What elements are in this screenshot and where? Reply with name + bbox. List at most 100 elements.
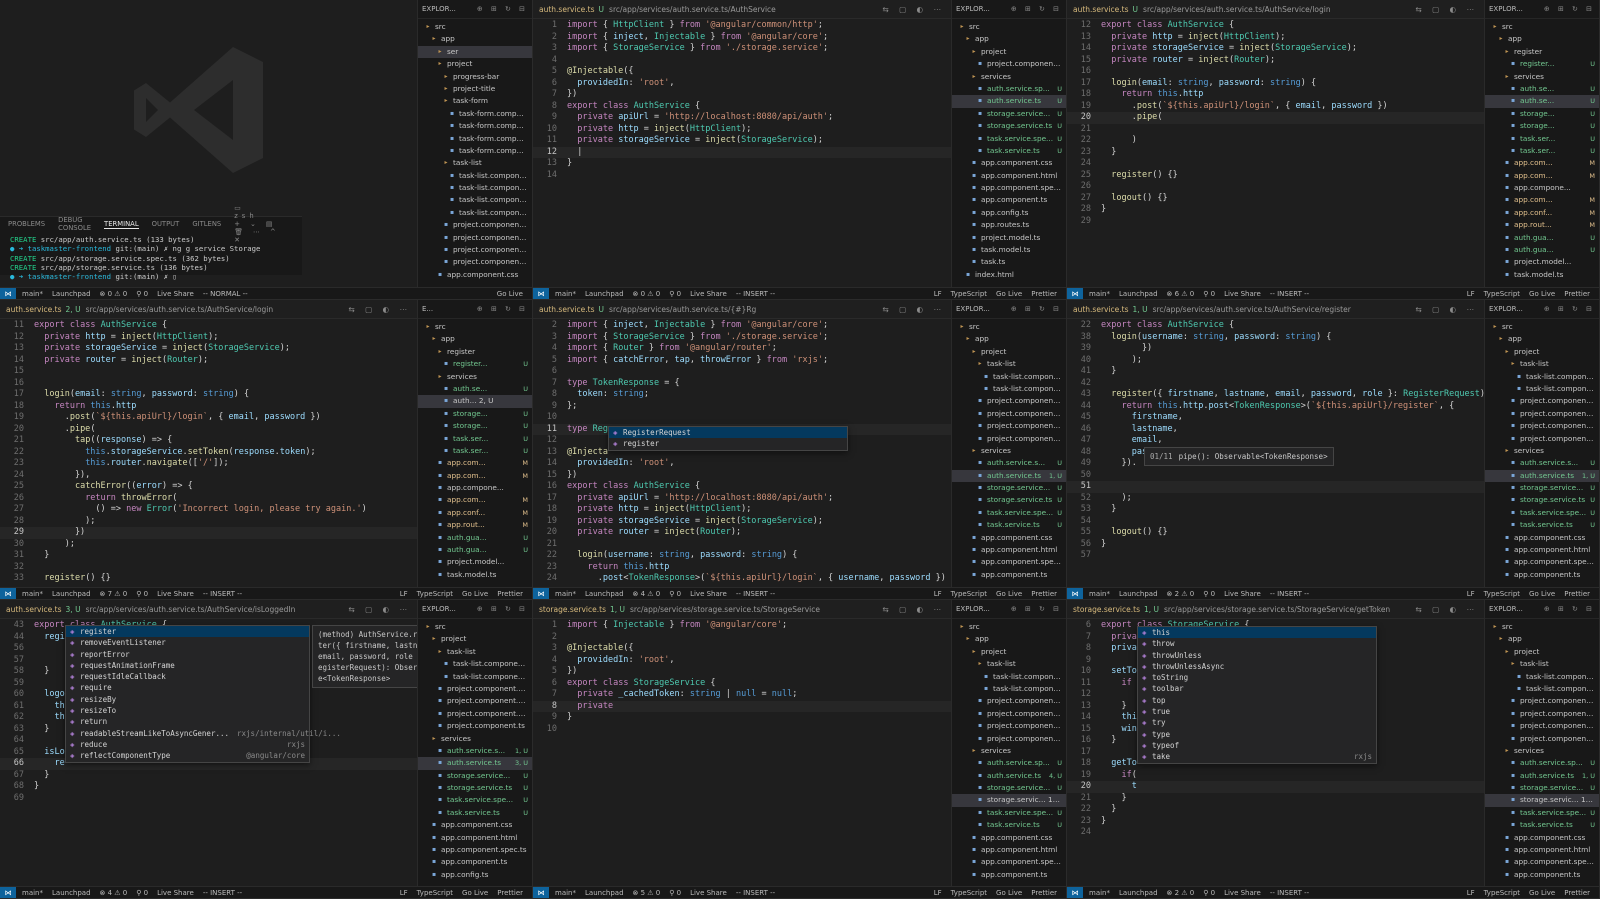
explorer-file[interactable]: ▪ app.component.html <box>952 170 1066 182</box>
explorer-file[interactable]: ▪ project.component.ts <box>952 733 1066 745</box>
status-item[interactable]: ⚲ 0 <box>136 290 148 298</box>
explorer-folder[interactable]: ▸ project <box>418 633 532 645</box>
status-item[interactable]: ⚲ 0 <box>1203 590 1215 598</box>
explorer-file[interactable]: ▪ task.ser... U <box>1485 145 1599 157</box>
explorer-folder[interactable]: ▸ project <box>952 646 1066 658</box>
explorer-file[interactable]: ▪ project.component.s... <box>952 420 1066 432</box>
status-item-right[interactable]: LF <box>934 590 942 598</box>
explorer-file[interactable]: ▪ auth.service.ts 1, U <box>1485 469 1599 483</box>
status-item[interactable]: main* <box>555 590 576 598</box>
status-item-right[interactable]: TypeScript <box>951 889 987 897</box>
explorer-folder[interactable]: ▸ task-list <box>1485 358 1599 370</box>
code-lines[interactable]: 1 import { HttpClient } from '@angular/co… <box>533 20 951 287</box>
explorer-file[interactable]: ▪ storage... U <box>1485 108 1599 120</box>
status-item[interactable]: ⊗ 0 ⚠ 0 <box>100 290 128 298</box>
explorer-file[interactable]: ▪ app.component.spec.ts <box>952 182 1066 194</box>
status-item[interactable]: main* <box>22 590 43 598</box>
explorer-file[interactable]: ▪ auth.service.sp... U <box>952 83 1066 95</box>
status-item-right[interactable]: Prettier <box>1031 889 1057 897</box>
status-item-right[interactable]: Prettier <box>497 590 523 598</box>
explorer-file[interactable]: ▪ task-list.component... <box>418 207 532 219</box>
explorer-file[interactable]: ▪ storage.service.ts U <box>952 494 1066 506</box>
explorer-actions-icons[interactable]: ⊕ ⊞ ↻ ⊟ <box>1011 5 1062 13</box>
explorer-folder[interactable]: ▸ src <box>418 321 532 333</box>
status-item[interactable]: ⚲ 0 <box>669 290 681 298</box>
explorer-folder[interactable]: ▸ register <box>1485 46 1599 58</box>
explorer-file[interactable]: ▪ app.component.ts <box>952 569 1066 581</box>
explorer-file[interactable]: ▪ task-form.compone... <box>418 133 532 145</box>
remote-indicator-icon[interactable]: ⋈ <box>0 288 16 299</box>
explorer-folder[interactable]: ▸ task-list <box>418 157 532 169</box>
explorer-file[interactable]: ▪ app.component.css <box>418 269 532 281</box>
autocomplete-item[interactable]: ◈ requestIdleCallback <box>66 671 309 682</box>
breadcrumb[interactable]: src/app/services/auth.service.ts/AuthSer… <box>86 605 296 614</box>
explorer-file[interactable]: ▪ index.html <box>952 269 1066 281</box>
explorer-file[interactable]: ▪ task-list.component... <box>418 170 532 182</box>
editor-tab[interactable]: auth.service.ts <box>1073 305 1129 314</box>
editor-actions-icons[interactable]: ⇆ ▢ ◐ ⋯ <box>348 305 411 314</box>
explorer-file[interactable]: ▪ task.service.spe... U <box>1485 507 1599 519</box>
autocomplete-item[interactable]: ◈ register <box>609 438 847 449</box>
explorer-folder[interactable]: ▸ services <box>952 445 1066 457</box>
explorer-file[interactable]: ▪ app.component.spec.ts <box>1485 556 1599 568</box>
explorer-file[interactable]: ▪ app.component.spec.ts <box>952 556 1066 568</box>
explorer-folder[interactable]: ▸ ser <box>418 45 532 59</box>
autocomplete-widget[interactable]: ◈ register ◈ removeEventListener ◈ reportErro… <box>65 625 341 763</box>
status-item[interactable]: ⚲ 0 <box>1203 290 1215 298</box>
status-item[interactable]: Launchpad <box>1119 889 1158 897</box>
remote-indicator-icon[interactable]: ⋈ <box>1067 288 1083 299</box>
editor-actions-icons[interactable]: ⇆ ▢ ◐ ⋯ <box>1415 5 1478 14</box>
explorer-file[interactable]: ▪ project.component.css <box>1485 395 1599 407</box>
remote-indicator-icon[interactable]: ⋈ <box>533 887 549 898</box>
explorer-folder[interactable]: ▸ task-list <box>1485 658 1599 670</box>
status-item-right[interactable]: Go Live <box>1529 889 1555 897</box>
status-item-right[interactable]: TypeScript <box>1484 889 1520 897</box>
status-item-right[interactable]: Go Live <box>996 590 1022 598</box>
panel-tab-gitlens[interactable]: GITLENS <box>192 220 221 228</box>
status-item[interactable]: -- INSERT -- <box>203 590 242 598</box>
explorer-file[interactable]: ▪ project.component.ts <box>418 720 532 732</box>
autocomplete-item[interactable]: ◈ throwUnless <box>1138 650 1376 661</box>
explorer-file[interactable]: ▪ auth.service.s... U <box>1485 457 1599 469</box>
status-item[interactable]: Live Share <box>1224 290 1261 298</box>
explorer-actions-icons[interactable]: ⊕ ⊞ ↻ ⊟ <box>1544 5 1595 13</box>
explorer-file[interactable]: ▪ project.component.ts <box>1485 733 1599 745</box>
autocomplete-item[interactable]: ◈ return <box>66 716 309 727</box>
explorer-file[interactable]: ▪ auth... 2, U <box>418 395 532 408</box>
explorer-file[interactable]: ▪ app.component.ts <box>1485 869 1599 881</box>
autocomplete-item[interactable]: ◈ readableStreamLikeToAsyncGener... rxjs/i… <box>66 728 341 739</box>
explorer-folder[interactable]: ▸ progress-bar <box>418 71 532 83</box>
explorer-file[interactable]: ▪ project.component.h... <box>952 708 1066 720</box>
explorer-file[interactable]: ▪ project.component.css <box>1485 695 1599 707</box>
autocomplete-item[interactable]: ◈ throw <box>1138 638 1376 649</box>
status-item[interactable]: -- INSERT -- <box>736 889 775 897</box>
editor-tab[interactable]: auth.service.ts <box>539 5 595 14</box>
explorer-file[interactable]: ▪ auth.gua... U <box>1485 232 1599 244</box>
breadcrumb[interactable]: src/app/services/auth.service.ts/AuthSer… <box>86 305 274 314</box>
code-lines[interactable]: 12 export class AuthService {13 private h… <box>1067 20 1484 287</box>
breadcrumb[interactable]: src/app/services/auth.service.ts/{#}Rg <box>609 305 756 314</box>
editor-tab[interactable]: auth.service.ts <box>6 305 62 314</box>
code-lines[interactable]: 11 export class AuthService {12 private h… <box>0 320 417 587</box>
status-item[interactable]: ⊗ 2 ⚠ 0 <box>1167 590 1195 598</box>
explorer-file[interactable]: ▪ task.service.ts U <box>952 145 1066 157</box>
explorer-folder[interactable]: ▸ src <box>418 21 532 33</box>
editor-area[interactable]: storage.service.ts 1, U src/app/services/s… <box>533 600 951 886</box>
explorer-file[interactable]: ▪ app.component.css <box>952 832 1066 844</box>
explorer-folder[interactable]: ▸ app <box>952 33 1066 45</box>
status-item[interactable]: ⚲ 0 <box>136 590 148 598</box>
explorer-file[interactable]: ▪ storage.service... U <box>952 108 1066 120</box>
explorer-file[interactable]: ▪ auth.service.ts U <box>952 95 1066 108</box>
editor-actions-icons[interactable]: ⇆ ▢ ◐ ⋯ <box>882 605 945 614</box>
editor-area[interactable]: auth.service.ts Usrc/app/services/auth.se… <box>1067 0 1484 287</box>
explorer-folder[interactable]: ▸ app <box>952 333 1066 345</box>
explorer-file[interactable]: ▪ app.component.css <box>952 532 1066 544</box>
explorer-folder[interactable]: ▸ services <box>1485 445 1599 457</box>
explorer-file[interactable]: ▪ task.model.ts <box>952 244 1066 256</box>
explorer-file[interactable]: ▪ register... U <box>418 358 532 370</box>
status-item[interactable]: ⊗ 5 ⚠ 0 <box>633 889 661 897</box>
explorer-file[interactable]: ▪ storage.service.ts U <box>1485 494 1599 506</box>
autocomplete-item[interactable]: ◈ top <box>1138 695 1376 706</box>
explorer-file[interactable]: ▪ app.rout... M <box>1485 219 1599 231</box>
explorer-file[interactable]: ▪ project.component.s... <box>952 720 1066 732</box>
